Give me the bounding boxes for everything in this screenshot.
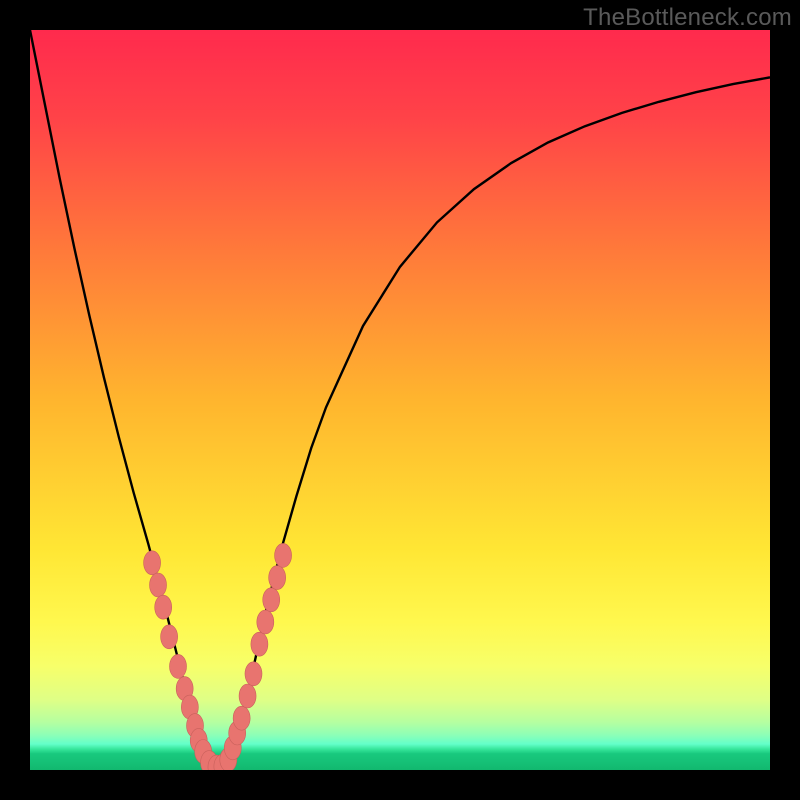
data-marker xyxy=(170,654,187,678)
data-marker xyxy=(161,625,178,649)
data-marker xyxy=(144,551,161,575)
data-marker xyxy=(233,706,250,730)
data-marker xyxy=(275,543,292,567)
watermark-text: TheBottleneck.com xyxy=(583,4,792,32)
data-marker xyxy=(263,588,280,612)
gradient-background xyxy=(30,30,770,770)
data-marker xyxy=(239,684,256,708)
data-marker xyxy=(150,573,167,597)
data-marker xyxy=(269,566,286,590)
data-marker xyxy=(251,632,268,656)
data-marker xyxy=(257,610,274,634)
data-marker xyxy=(245,662,262,686)
bottleneck-curve-plot xyxy=(30,30,770,770)
data-marker xyxy=(155,595,172,619)
chart-frame: TheBottleneck.com xyxy=(0,0,800,800)
